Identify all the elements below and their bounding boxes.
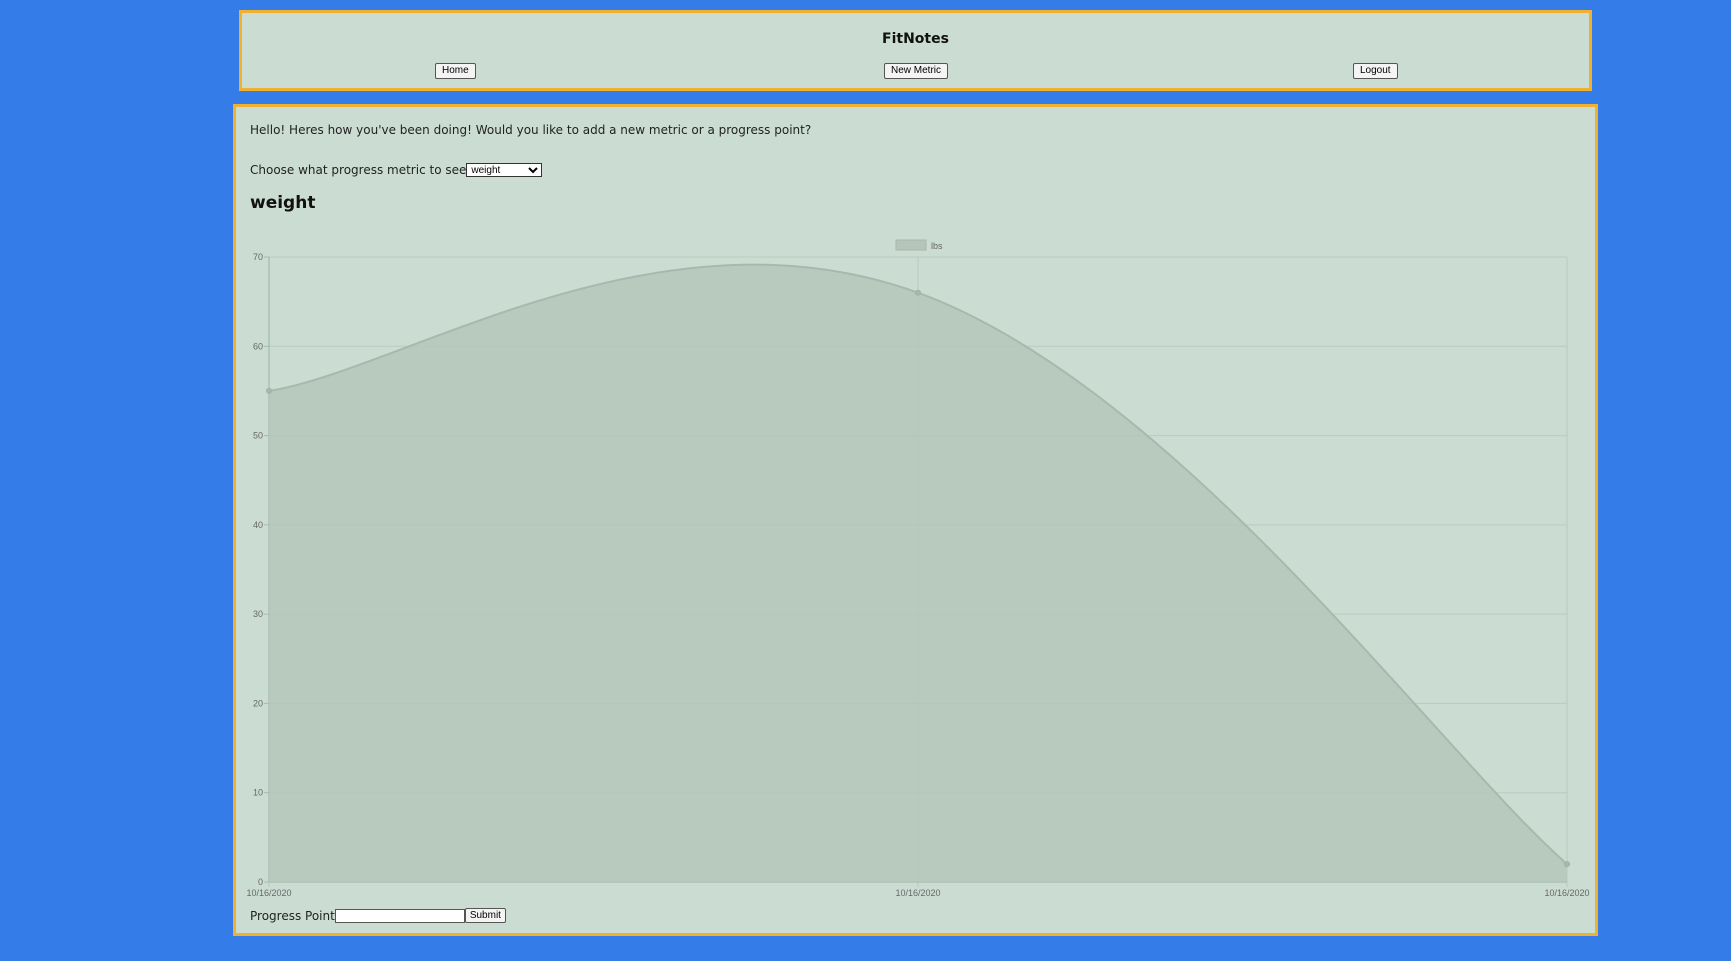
y-tick-label: 30 <box>253 609 263 619</box>
y-tick-label: 70 <box>253 252 263 262</box>
home-button[interactable]: Home <box>435 63 476 79</box>
data-point <box>915 289 921 296</box>
progress-point-input[interactable] <box>334 908 465 923</box>
legend-label: lbs <box>931 241 943 251</box>
main-panel: Hello! Heres how you've been doing! Woul… <box>233 104 1598 936</box>
data-point <box>1564 861 1570 868</box>
x-tick-label: 10/16/2020 <box>1544 888 1589 898</box>
header-bar: FitNotes Home New Metric Logout <box>239 10 1592 91</box>
logout-button[interactable]: Logout <box>1353 63 1398 79</box>
progress-point-form: Progress Point Submit <box>250 908 506 923</box>
new-metric-button[interactable]: New Metric <box>884 63 949 79</box>
x-tick-label: 10/16/2020 <box>895 888 940 898</box>
y-tick-label: 60 <box>253 341 263 351</box>
legend-swatch <box>895 239 927 251</box>
data-point <box>266 387 272 394</box>
y-tick-label: 10 <box>253 788 263 798</box>
submit-button[interactable]: Submit <box>464 908 506 923</box>
x-tick-label: 10/16/2020 <box>246 888 291 898</box>
y-tick-label: 20 <box>253 698 263 708</box>
app-title: FitNotes <box>882 31 949 47</box>
y-tick-label: 0 <box>258 877 263 887</box>
progress-point-label: Progress Point <box>250 908 335 923</box>
y-tick-label: 50 <box>253 431 263 441</box>
y-tick-label: 40 <box>253 520 263 530</box>
progress-chart: 0 10 20 30 40 50 60 70 10/16/2020 10/16/2020 10/16… <box>246 239 1590 898</box>
series-area <box>269 264 1567 882</box>
